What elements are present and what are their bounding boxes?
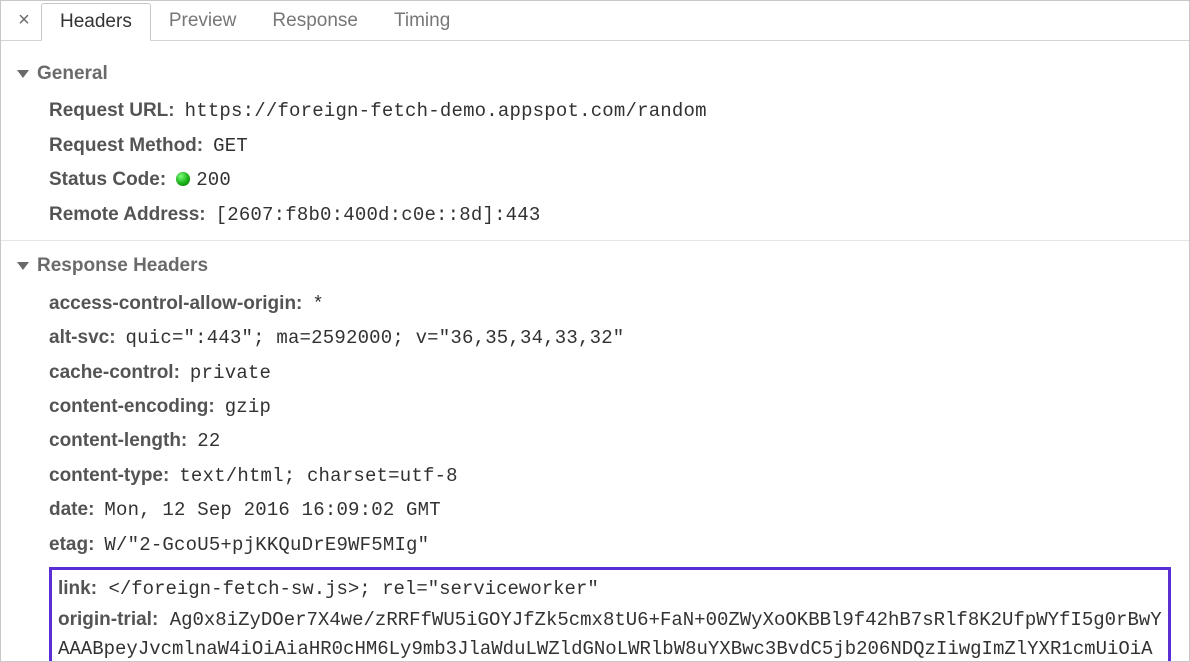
value-cenc: gzip [225, 393, 271, 422]
row-request-url: Request URL: https://foreign-fetch-demo.… [49, 94, 1171, 128]
label-request-url: Request URL: [49, 96, 175, 125]
close-icon: × [18, 9, 30, 32]
value-clen: 22 [197, 427, 220, 456]
value-ctype: text/html; charset=utf-8 [179, 462, 457, 491]
section-response-headers: Response Headers access-control-allow-or… [1, 241, 1189, 662]
tab-timing[interactable]: Timing [376, 1, 468, 40]
status-ok-icon [176, 172, 190, 186]
highlight-box: link: </foreign-fetch-sw.js>; rel="servi… [49, 567, 1171, 662]
row-cache: cache-control: private [49, 356, 1171, 390]
label-cache: cache-control: [49, 358, 180, 387]
value-status-code: 200 [176, 166, 231, 195]
row-etag: etag: W/"2-GcoU5+pjKKQuDrE9WF5MIg" [49, 528, 1171, 562]
tabs-container: Headers Preview Response Timing [41, 1, 468, 40]
tab-headers[interactable]: Headers [41, 3, 151, 41]
response-headers-items: access-control-allow-origin: * alt-svc: … [1, 287, 1189, 563]
label-link: link: [58, 578, 97, 599]
tab-bar: × Headers Preview Response Timing [1, 1, 1189, 41]
status-code-text: 200 [196, 169, 231, 191]
chevron-down-icon [17, 262, 29, 270]
row-ctype: content-type: text/html; charset=utf-8 [49, 459, 1171, 493]
row-cenc: content-encoding: gzip [49, 390, 1171, 424]
close-button[interactable]: × [7, 1, 41, 40]
network-headers-panel: × Headers Preview Response Timing Genera… [0, 0, 1190, 662]
value-remote-address: [2607:f8b0:400d:c0e::8d]:443 [216, 201, 541, 230]
label-etag: etag: [49, 530, 94, 559]
value-link: </foreign-fetch-sw.js>; rel="servicework… [108, 578, 598, 600]
label-date: date: [49, 495, 94, 524]
value-origin-trial: Ag0x8iZyDOer7X4we/zRRFfWU5iGOYJfZk5cmx8t… [58, 609, 1162, 662]
general-items: Request URL: https://foreign-fetch-demo.… [1, 94, 1189, 232]
label-remote-address: Remote Address: [49, 200, 206, 229]
section-general-title: General [37, 59, 108, 88]
section-general-toggle[interactable]: General [1, 57, 1189, 94]
value-date: Mon, 12 Sep 2016 16:09:02 GMT [104, 496, 440, 525]
tab-preview[interactable]: Preview [151, 1, 255, 40]
label-clen: content-length: [49, 426, 187, 455]
headers-content: General Request URL: https://foreign-fet… [1, 41, 1189, 662]
section-response-headers-title: Response Headers [37, 251, 208, 280]
row-date: date: Mon, 12 Sep 2016 16:09:02 GMT [49, 493, 1171, 527]
row-status-code: Status Code: 200 [49, 163, 1171, 197]
label-status-code: Status Code: [49, 165, 166, 194]
row-acao: access-control-allow-origin: * [49, 287, 1171, 321]
label-cenc: content-encoding: [49, 392, 215, 421]
value-request-url: https://foreign-fetch-demo.appspot.com/r… [185, 97, 707, 126]
row-origin-trial: origin-trial: Ag0x8iZyDOer7X4we/zRRFfWU5… [58, 605, 1162, 662]
section-general: General Request URL: https://foreign-fet… [1, 49, 1189, 241]
chevron-down-icon [17, 70, 29, 78]
value-etag: W/"2-GcoU5+pjKKQuDrE9WF5MIg" [104, 531, 429, 560]
value-acao: * [312, 290, 324, 319]
row-request-method: Request Method: GET [49, 129, 1171, 163]
value-altsvc: quic=":443"; ma=2592000; v="36,35,34,33,… [126, 324, 625, 353]
row-clen: content-length: 22 [49, 424, 1171, 458]
label-request-method: Request Method: [49, 131, 203, 160]
label-altsvc: alt-svc: [49, 323, 116, 352]
row-altsvc: alt-svc: quic=":443"; ma=2592000; v="36,… [49, 321, 1171, 355]
row-remote-address: Remote Address: [2607:f8b0:400d:c0e::8d]… [49, 198, 1171, 232]
value-request-method: GET [213, 132, 248, 161]
label-origin-trial: origin-trial: [58, 609, 158, 630]
label-ctype: content-type: [49, 461, 169, 490]
label-acao: access-control-allow-origin: [49, 289, 302, 318]
row-link: link: </foreign-fetch-sw.js>; rel="servi… [58, 574, 1162, 604]
section-response-headers-toggle[interactable]: Response Headers [1, 249, 1189, 286]
value-cache: private [190, 359, 271, 388]
tab-response[interactable]: Response [254, 1, 376, 40]
